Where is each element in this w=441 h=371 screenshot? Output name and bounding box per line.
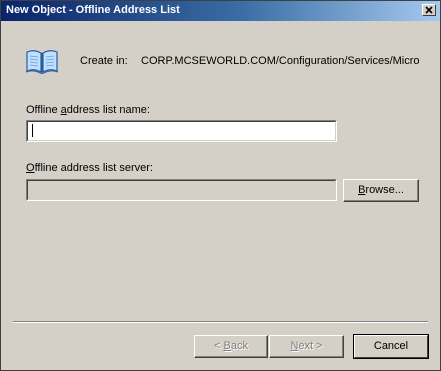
offline-address-list-server-label: Offline address list server: bbox=[26, 162, 153, 174]
title-bar[interactable]: New Object - Offline Address List bbox=[1, 1, 440, 21]
name-text-entry[interactable] bbox=[29, 122, 329, 138]
offline-address-list-name-label: Offline address list name: bbox=[26, 104, 150, 116]
create-in-path: CORP.MCSEWORLD.COM/Configuration/Service… bbox=[141, 55, 420, 67]
offline-address-list-server-field bbox=[26, 179, 337, 201]
window-title: New Object - Offline Address List bbox=[6, 4, 180, 16]
close-icon bbox=[425, 6, 433, 14]
cancel-button[interactable]: Cancel bbox=[353, 334, 429, 359]
back-button[interactable]: < Back bbox=[194, 335, 268, 358]
close-button[interactable] bbox=[422, 4, 436, 16]
footer-separator bbox=[13, 321, 428, 323]
new-object-dialog: New Object - Offline Address List Create… bbox=[0, 0, 441, 371]
create-in-label: Create in: bbox=[80, 55, 128, 67]
offline-address-list-name-input[interactable] bbox=[26, 120, 337, 142]
next-button[interactable]: Next > bbox=[269, 335, 344, 358]
text-caret bbox=[32, 124, 33, 137]
open-book-icon bbox=[25, 50, 59, 74]
browse-button[interactable]: Browse... bbox=[343, 179, 419, 202]
